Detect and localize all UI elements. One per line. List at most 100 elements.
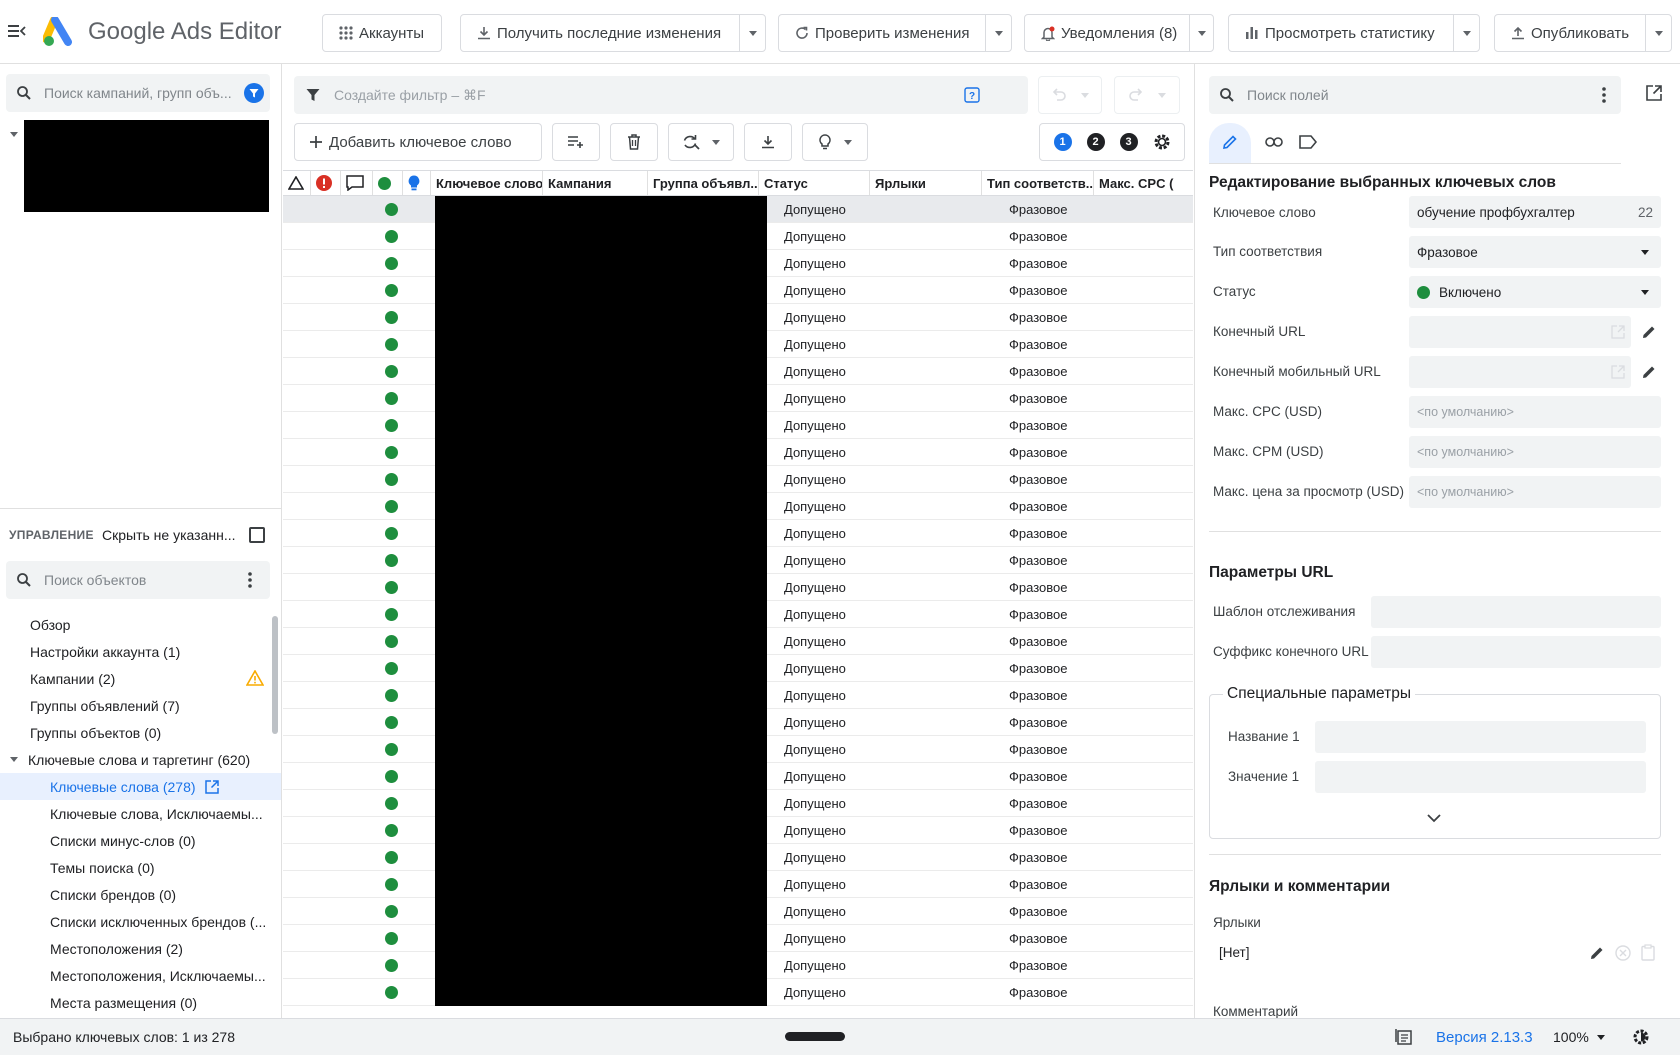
row-status-cell[interactable]: Допущено <box>784 661 846 676</box>
row-status-cell[interactable]: Допущено <box>784 769 846 784</box>
row-status-cell[interactable]: Допущено <box>784 391 846 406</box>
row-match-type-cell[interactable]: Фразовое <box>1009 715 1067 730</box>
help-icon[interactable]: ? <box>964 87 980 103</box>
col-status-header[interactable]: Статус <box>759 171 870 195</box>
tree-item-placements[interactable]: Места размещения (0) <box>0 989 281 1016</box>
tree-item-account-settings[interactable]: Настройки аккаунта (1) <box>0 638 281 665</box>
add-keyword-button[interactable]: Добавить ключевое слово <box>294 123 542 161</box>
redo-button[interactable] <box>1114 76 1180 114</box>
gear-icon[interactable] <box>1153 133 1171 151</box>
col-status-dot-header[interactable] <box>373 171 403 195</box>
row-match-type-cell[interactable]: Фразовое <box>1009 364 1067 379</box>
row-match-type-cell[interactable]: Фразовое <box>1009 742 1067 757</box>
expand-more-icon[interactable] <box>1427 814 1441 823</box>
row-status-cell[interactable]: Допущено <box>784 553 846 568</box>
tree-item-brand-lists[interactable]: Списки брендов (0) <box>0 881 281 908</box>
row-match-type-cell[interactable]: Фразовое <box>1009 688 1067 703</box>
row-status-cell[interactable]: Допущено <box>784 688 846 703</box>
row-match-type-cell[interactable]: Фразовое <box>1009 634 1067 649</box>
row-match-type-cell[interactable]: Фразовое <box>1009 418 1067 433</box>
more-vert-icon[interactable] <box>248 572 252 588</box>
col-match-type-header[interactable]: Тип соответств... <box>982 171 1094 195</box>
zoom-select[interactable]: 100% <box>1553 1029 1605 1045</box>
row-status-cell[interactable]: Допущено <box>784 526 846 541</box>
check-changes-button[interactable]: Проверить изменения <box>778 14 1012 52</box>
col-campaign-header[interactable]: Кампания <box>543 171 648 195</box>
tree-item-asset-groups[interactable]: Группы объектов (0) <box>0 719 281 746</box>
clear-icon[interactable] <box>1615 945 1631 961</box>
row-match-type-cell[interactable]: Фразовое <box>1009 256 1067 271</box>
row-status-cell[interactable]: Допущено <box>784 256 846 271</box>
col-error-header[interactable] <box>311 171 341 195</box>
row-status-cell[interactable]: Допущено <box>784 310 846 325</box>
row-status-cell[interactable]: Допущено <box>784 337 846 352</box>
tree-item-ad-groups[interactable]: Группы объявлений (7) <box>0 692 281 719</box>
row-match-type-cell[interactable]: Фразовое <box>1009 877 1067 892</box>
row-status-cell[interactable]: Допущено <box>784 364 846 379</box>
tree-item-search-themes[interactable]: Темы поиска (0) <box>0 854 281 881</box>
row-status-cell[interactable]: Допущено <box>784 958 846 973</box>
row-match-type-cell[interactable]: Фразовое <box>1009 796 1067 811</box>
row-status-cell[interactable]: Допущено <box>784 580 846 595</box>
recommendations-button[interactable] <box>802 123 868 161</box>
max-cpc-input[interactable]: <по умолчанию> <box>1409 396 1661 428</box>
final-url-input[interactable] <box>1409 316 1631 348</box>
filter-badge-icon[interactable] <box>244 83 264 103</box>
label-tag-icon[interactable] <box>1299 135 1317 149</box>
row-match-type-cell[interactable]: Фразовое <box>1009 904 1067 919</box>
row-match-type-cell[interactable]: Фразовое <box>1009 229 1067 244</box>
get-changes-dropdown[interactable] <box>739 15 765 51</box>
open-in-new-icon[interactable] <box>1645 84 1663 102</box>
publish-button[interactable]: Опубликовать <box>1494 14 1672 52</box>
row-match-type-cell[interactable]: Фразовое <box>1009 472 1067 487</box>
fields-search-input[interactable]: Поиск полей <box>1209 76 1621 114</box>
row-status-cell[interactable]: Допущено <box>784 931 846 946</box>
row-status-cell[interactable]: Допущено <box>784 472 846 487</box>
max-cpm-input[interactable]: <по умолчанию> <box>1409 436 1661 468</box>
version-link[interactable]: Версия 2.13.3 <box>1436 1029 1533 1046</box>
notifications-button[interactable]: Уведомления (8) <box>1024 14 1214 52</box>
row-match-type-cell[interactable]: Фразовое <box>1009 553 1067 568</box>
col-recommendation-header[interactable] <box>403 171 431 195</box>
tree-item-overview[interactable]: Обзор <box>0 611 281 638</box>
more-vert-icon[interactable] <box>1602 87 1606 103</box>
tree-item-excluded-brand-lists[interactable]: Списки исключенных брендов (... <box>0 908 281 935</box>
tree-item-locations[interactable]: Местоположения (2) <box>0 935 281 962</box>
row-status-cell[interactable]: Допущено <box>784 742 846 757</box>
accounts-button[interactable]: Аккаунты <box>322 14 442 52</box>
tree-item-negative-keywords[interactable]: Ключевые слова, Исключаемы... <box>0 800 281 827</box>
chevron-down-icon[interactable] <box>10 757 18 762</box>
clipboard-icon[interactable] <box>1641 944 1655 961</box>
open-in-new-icon[interactable] <box>204 779 220 795</box>
pencil-icon[interactable] <box>1641 364 1657 380</box>
row-status-cell[interactable]: Допущено <box>784 445 846 460</box>
row-status-cell[interactable]: Допущено <box>784 715 846 730</box>
row-match-type-cell[interactable]: Фразовое <box>1009 202 1067 217</box>
pencil-icon[interactable] <box>1589 945 1605 961</box>
check-changes-dropdown[interactable] <box>985 15 1011 51</box>
param-value-input[interactable] <box>1315 761 1646 793</box>
tree-scrollbar[interactable] <box>272 616 278 734</box>
account-item-redacted[interactable] <box>24 120 269 212</box>
link-icon[interactable] <box>1265 136 1283 148</box>
row-status-cell[interactable]: Допущено <box>784 796 846 811</box>
col-warning-header[interactable] <box>283 171 311 195</box>
row-status-cell[interactable]: Допущено <box>784 877 846 892</box>
tree-item-keywords[interactable]: Ключевые слова (278) <box>0 773 281 800</box>
get-changes-button[interactable]: Получить последние изменения <box>460 14 766 52</box>
row-match-type-cell[interactable]: Фразовое <box>1009 337 1067 352</box>
row-status-cell[interactable]: Допущено <box>784 904 846 919</box>
status-select[interactable]: Включено <box>1409 276 1661 308</box>
row-status-cell[interactable]: Допущено <box>784 634 846 649</box>
row-match-type-cell[interactable]: Фразовое <box>1009 958 1067 973</box>
row-status-cell[interactable]: Допущено <box>784 283 846 298</box>
notifications-dropdown[interactable] <box>1189 15 1213 51</box>
col-labels-header[interactable]: Ярлыки <box>870 171 982 195</box>
undo-button[interactable] <box>1038 76 1102 114</box>
row-match-type-cell[interactable]: Фразовое <box>1009 661 1067 676</box>
tree-item-negative-keyword-lists[interactable]: Списки минус-слов (0) <box>0 827 281 854</box>
view-3-button[interactable]: 3 <box>1119 133 1138 151</box>
row-match-type-cell[interactable]: Фразовое <box>1009 823 1067 838</box>
row-status-cell[interactable]: Допущено <box>784 418 846 433</box>
col-max-cpc-header[interactable]: Макс. CPC ( <box>1094 171 1193 195</box>
